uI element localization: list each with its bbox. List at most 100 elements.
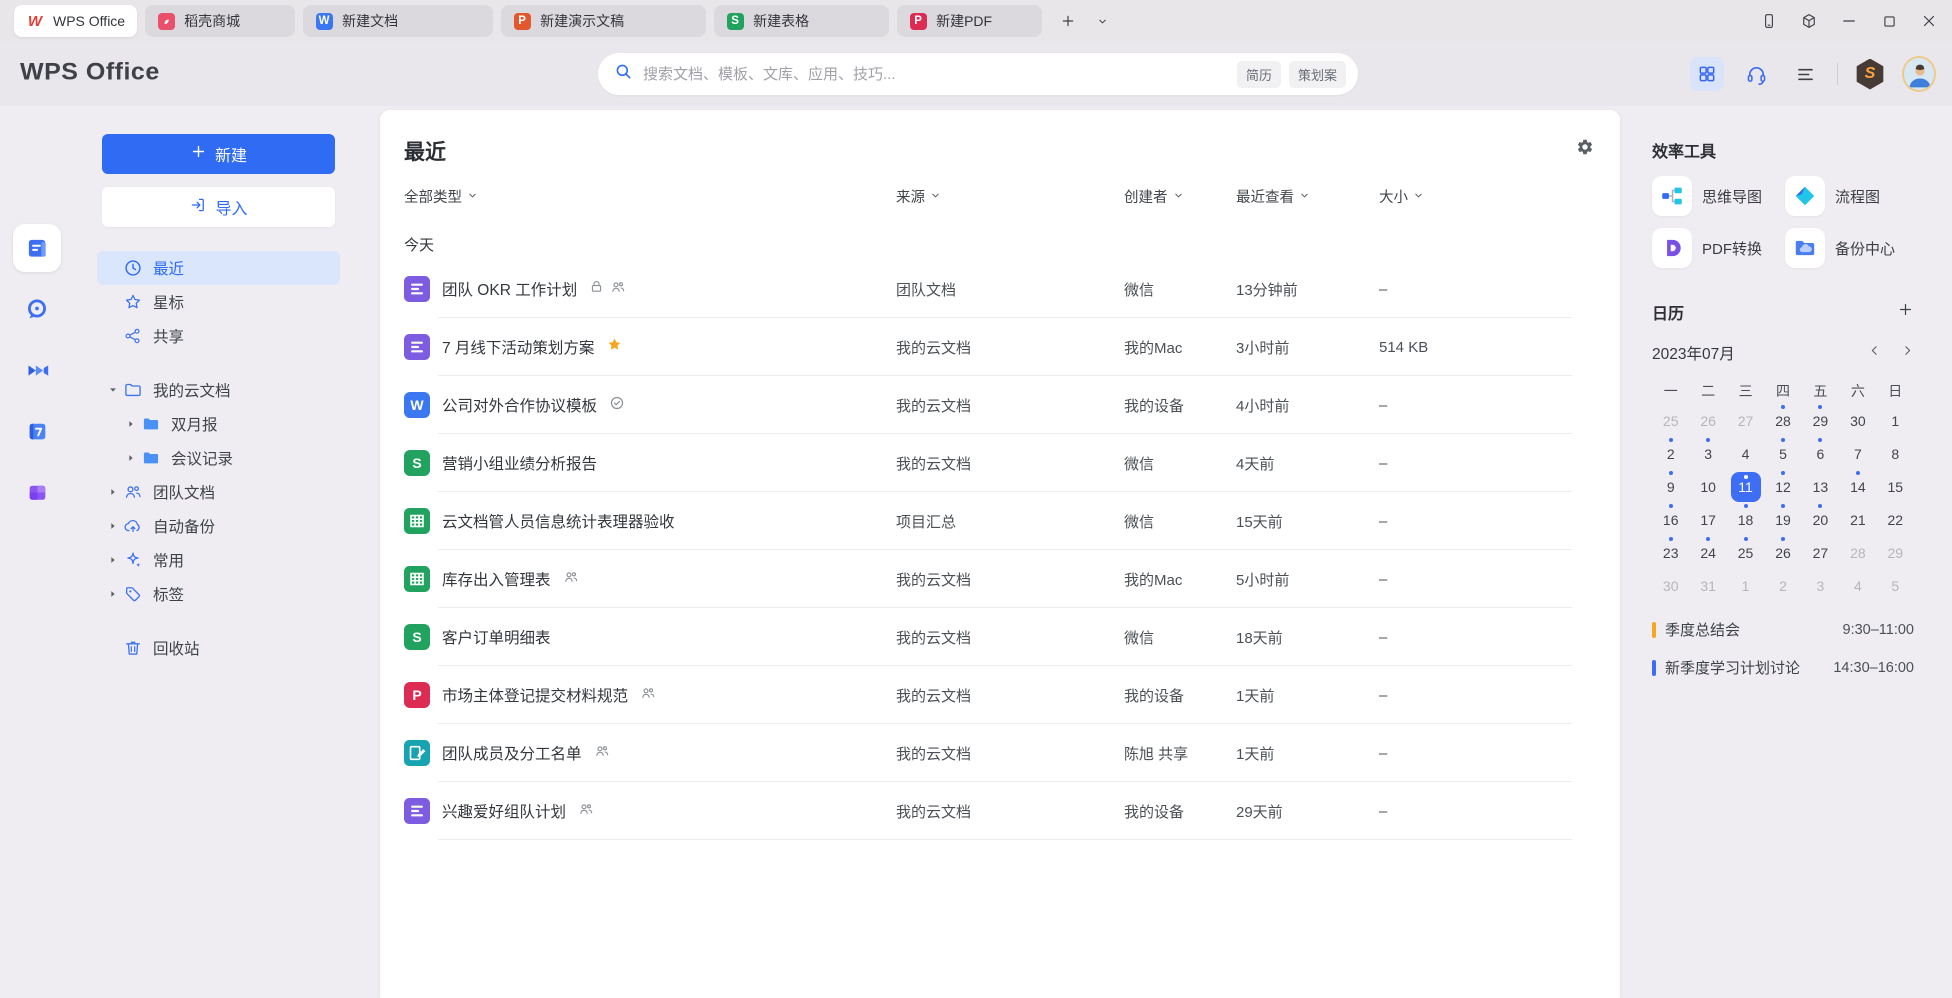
calendar-day[interactable]: 10: [1689, 470, 1726, 503]
filter-0[interactable]: 全部类型: [404, 186, 896, 207]
sidebar-item-3[interactable]: 我的云文档: [97, 373, 340, 407]
filter-1[interactable]: 来源: [896, 186, 1124, 207]
tool-1[interactable]: 流程图: [1785, 176, 1914, 216]
file-row-1[interactable]: 7 月线下活动策划方案 我的云文档 我的Mac 3小时前 514 KB: [380, 318, 1620, 376]
headset-icon[interactable]: [1739, 57, 1773, 91]
calendar-day[interactable]: 14: [1839, 470, 1876, 503]
calendar-day[interactable]: 11: [1727, 470, 1764, 503]
sidebar-item-2[interactable]: 共享: [97, 319, 340, 353]
sidebar-item-0[interactable]: 最近: [97, 251, 340, 285]
sidebar-item-1[interactable]: 星标: [97, 285, 340, 319]
vip-badge-icon[interactable]: S: [1853, 57, 1887, 91]
settings-gear-icon[interactable]: [1576, 138, 1594, 161]
filter-3[interactable]: 最近查看: [1236, 186, 1379, 207]
calendar-day[interactable]: 7: [1839, 437, 1876, 470]
window-tab-2[interactable]: W 新建文档: [303, 5, 493, 37]
calendar-day[interactable]: 2: [1764, 569, 1801, 602]
calendar-day[interactable]: 25: [1727, 536, 1764, 569]
file-row-3[interactable]: S 营销小组业绩分析报告 我的云文档 微信 4天前 –: [380, 434, 1620, 492]
collapse-arrow-icon[interactable]: [105, 487, 120, 497]
calendar-day[interactable]: 15: [1877, 470, 1914, 503]
calendar-day[interactable]: 24: [1689, 536, 1726, 569]
new-document-button[interactable]: 新建: [102, 134, 335, 174]
app-center-icon[interactable]: [13, 468, 61, 516]
search-tag-resume[interactable]: 简历: [1237, 61, 1281, 88]
file-row-0[interactable]: 团队 OKR 工作计划 团队文档 微信 13分钟前 –: [380, 260, 1620, 318]
minimize-icon[interactable]: [1838, 10, 1860, 32]
sidebar-item-9[interactable]: 标签: [97, 577, 340, 611]
mobile-device-icon[interactable]: [1758, 10, 1780, 32]
filter-4[interactable]: 大小: [1379, 186, 1620, 207]
calendar-day[interactable]: 30: [1839, 404, 1876, 437]
calendar-day[interactable]: 2: [1652, 437, 1689, 470]
collapse-arrow-icon[interactable]: [105, 521, 120, 531]
collapse-arrow-icon[interactable]: [123, 453, 138, 463]
calendar-day[interactable]: 26: [1689, 404, 1726, 437]
calendar-day[interactable]: 31: [1689, 569, 1726, 602]
calendar-day[interactable]: 28: [1764, 404, 1801, 437]
menu-icon[interactable]: [1788, 57, 1822, 91]
calendar-day[interactable]: 29: [1802, 404, 1839, 437]
calendar-day[interactable]: 18: [1727, 503, 1764, 536]
sidebar-item-10[interactable]: 回收站: [97, 631, 340, 665]
calendar-next-icon[interactable]: [1901, 344, 1914, 362]
calendar-event-1[interactable]: 新季度学习计划讨论 14:30–16:00: [1652, 657, 1914, 678]
window-tab-0[interactable]: W WPS Office: [14, 5, 137, 37]
calendar-day[interactable]: 25: [1652, 404, 1689, 437]
meeting-icon[interactable]: [13, 346, 61, 394]
calendar-day[interactable]: 4: [1839, 569, 1876, 602]
file-row-7[interactable]: P 市场主体登记提交材料规范 我的云文档 我的设备 1天前 –: [380, 666, 1620, 724]
calendar-day[interactable]: 27: [1727, 404, 1764, 437]
calendar-day[interactable]: 30: [1652, 569, 1689, 602]
sidebar-item-7[interactable]: 自动备份: [97, 509, 340, 543]
calendar-day[interactable]: 27: [1802, 536, 1839, 569]
window-tab-1[interactable]: 稻壳商城: [145, 5, 295, 37]
documents-home-icon[interactable]: [13, 224, 61, 272]
search-tag-plan[interactable]: 策划案: [1289, 61, 1346, 88]
file-row-4[interactable]: 云文档管人员信息统计表理器验收 项目汇总 微信 15天前 –: [380, 492, 1620, 550]
calendar-day[interactable]: 17: [1689, 503, 1726, 536]
calendar-day[interactable]: 12: [1764, 470, 1801, 503]
calendar-day[interactable]: 1: [1727, 569, 1764, 602]
sidebar-item-6[interactable]: 团队文档: [97, 475, 340, 509]
calendar-day[interactable]: 28: [1839, 536, 1876, 569]
new-tab-plus-icon[interactable]: [1056, 9, 1080, 33]
file-row-6[interactable]: S 客户订单明细表 我的云文档 微信 18天前 –: [380, 608, 1620, 666]
calendar-day[interactable]: 8: [1877, 437, 1914, 470]
tool-2[interactable]: PDF转换: [1652, 228, 1781, 268]
file-row-9[interactable]: 兴趣爱好组队计划 我的云文档 我的设备 29天前 –: [380, 782, 1620, 840]
calendar-day[interactable]: 26: [1764, 536, 1801, 569]
file-row-5[interactable]: 库存出入管理表 我的云文档 我的Mac 5小时前 –: [380, 550, 1620, 608]
calendar-day[interactable]: 6: [1802, 437, 1839, 470]
filter-2[interactable]: 创建者: [1124, 186, 1236, 207]
search-input[interactable]: [643, 66, 1229, 83]
expand-arrow-icon[interactable]: [105, 385, 120, 395]
workspace-box-icon[interactable]: [1798, 10, 1820, 32]
window-tab-5[interactable]: P 新建PDF: [897, 5, 1042, 37]
import-button[interactable]: 导入: [102, 187, 335, 227]
tool-0[interactable]: 思维导图: [1652, 176, 1781, 216]
collapse-arrow-icon[interactable]: [105, 589, 120, 599]
collapse-arrow-icon[interactable]: [105, 555, 120, 565]
window-tab-3[interactable]: P 新建演示文稿: [501, 5, 706, 37]
search-bar[interactable]: 简历 策划案: [598, 53, 1358, 95]
calendar-day[interactable]: 19: [1764, 503, 1801, 536]
avatar[interactable]: [1902, 57, 1936, 91]
calendar-day[interactable]: 16: [1652, 503, 1689, 536]
maximize-icon[interactable]: [1878, 10, 1900, 32]
file-row-2[interactable]: W 公司对外合作协议模板 我的云文档 我的设备 4小时前 –: [380, 376, 1620, 434]
add-event-icon[interactable]: [1897, 301, 1914, 323]
calendar-day[interactable]: 13: [1802, 470, 1839, 503]
sidebar-item-5[interactable]: 会议记录: [97, 441, 340, 475]
calendar-day[interactable]: 3: [1802, 569, 1839, 602]
calendar-day[interactable]: 21: [1839, 503, 1876, 536]
calendar-app-icon[interactable]: [13, 407, 61, 455]
tool-3[interactable]: 备份中心: [1785, 228, 1914, 268]
tab-list-chevron-icon[interactable]: [1090, 9, 1114, 33]
calendar-day[interactable]: 22: [1877, 503, 1914, 536]
calendar-day[interactable]: 29: [1877, 536, 1914, 569]
sidebar-item-8[interactable]: 常用: [97, 543, 340, 577]
calendar-day[interactable]: 23: [1652, 536, 1689, 569]
file-row-8[interactable]: 团队成员及分工名单 我的云文档 陈旭 共享 1天前 –: [380, 724, 1620, 782]
close-icon[interactable]: [1918, 10, 1940, 32]
